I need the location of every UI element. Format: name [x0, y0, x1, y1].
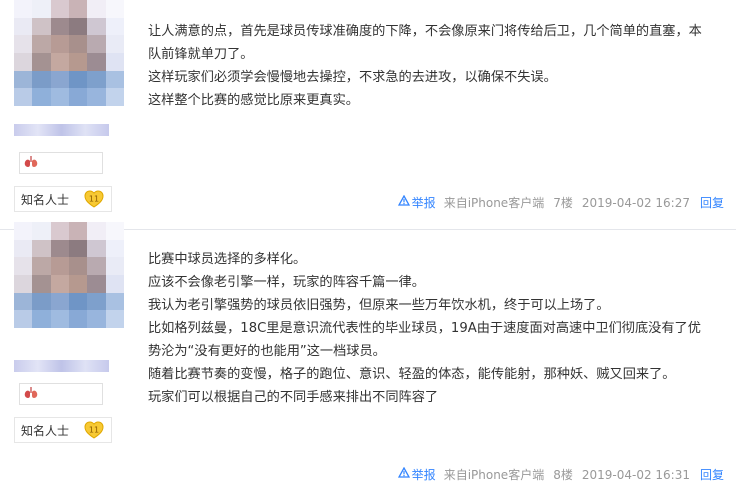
report-label: 举报: [411, 468, 436, 482]
avatar-mosaic-tile: [32, 222, 51, 240]
post-paragraph: 应该不会像老引擎一样，玩家的阵容千篇一律。: [148, 275, 425, 290]
level-number: 11: [89, 426, 99, 435]
avatar-mosaic-tile: [50, 274, 69, 293]
avatar-mosaic-tile: [14, 274, 33, 293]
member-badge[interactable]: [19, 383, 103, 405]
avatar-mosaic-tile: [69, 292, 88, 311]
avatar-mosaic-tile: [32, 292, 51, 311]
avatar-mosaic-tile: [87, 222, 106, 240]
avatar-mosaic-tile: [105, 292, 124, 311]
avatar-mosaic-tile: [32, 274, 51, 293]
avatar-mosaic-tile: [50, 222, 69, 240]
avatar-mosaic-tile: [50, 310, 69, 328]
post-paragraph: 玩家们可以根据自己的不同手感来排出不同阵容了: [148, 390, 439, 405]
report-icon: [397, 466, 410, 482]
avatar-mosaic-tile: [69, 257, 88, 275]
avatar-mosaic-tile: [105, 239, 124, 258]
author-title-badge[interactable]: 知名人士 11: [14, 417, 112, 443]
avatar-mosaic-tile: [87, 292, 106, 311]
avatar-mosaic-tile: [32, 257, 51, 275]
avatar-mosaic-tile: [14, 222, 33, 240]
avatar-mosaic-tile: [32, 310, 51, 328]
avatar-mosaic-tile: [14, 257, 33, 275]
avatar-mosaic-tile: [87, 257, 106, 275]
avatar-mosaic-tile: [105, 274, 124, 293]
post-time: 2019-04-02 16:31: [581, 467, 690, 482]
avatar-mosaic-tile: [14, 292, 33, 311]
avatar-mosaic-tile: [69, 310, 88, 328]
avatar-mosaic-tile: [87, 274, 106, 293]
avatar-mosaic-tile: [50, 292, 69, 311]
post-paragraph: 我认为老引擎强势的球员依旧强势，但原来一些万年饮水机，终于可以上场了。: [148, 298, 610, 313]
avatar-mosaic-tile: [32, 239, 51, 258]
report-button[interactable]: 举报: [397, 466, 436, 483]
avatar[interactable]: [14, 222, 124, 328]
avatar-mosaic-tile: [50, 239, 69, 258]
reply-button[interactable]: 回复: [700, 466, 724, 483]
avatar-mosaic-tile: [69, 239, 88, 258]
avatar-mosaic-tile: [87, 310, 106, 328]
lungs-badge-icon: [24, 387, 38, 401]
avatar-mosaic-tile: [105, 310, 124, 328]
post-paragraph: 比如格列兹曼，18C里是意识流代表性的毕业球员，19A由于速度面对高速中卫们彻底…: [148, 321, 701, 359]
post-floor-8-body: 知名人士 11 比赛中球员选择的多样化。 应该不会像老引擎一样，玩家的阵容千篇一…: [0, 0, 736, 482]
avatar-mosaic-tile: [87, 239, 106, 258]
author-title: 知名人士: [21, 423, 70, 438]
client-source: 来自iPhone客户端: [443, 468, 545, 482]
floor-number: 8楼: [553, 468, 573, 482]
heart-level-icon: 11: [84, 420, 104, 440]
avatar-mosaic-tile: [69, 222, 88, 240]
avatar-mosaic-tile: [69, 274, 88, 293]
post-paragraph: 比赛中球员选择的多样化。: [148, 252, 307, 267]
post-tail: 举报 来自iPhone客户端 8楼 2019-04-02 16:31 回复: [397, 466, 724, 483]
avatar-mosaic-tile: [14, 310, 33, 328]
post-content: 比赛中球员选择的多样化。 应该不会像老引擎一样，玩家的阵容千篇一律。 我认为老引…: [148, 248, 708, 409]
post-paragraph: 随着比赛节奏的变慢，格子的跑位、意识、轻盈的体态，能传能射，那种妖、贼又回来了。: [148, 367, 676, 382]
avatar-mosaic-tile: [105, 222, 124, 240]
username-blurred[interactable]: [14, 360, 109, 372]
avatar-mosaic-tile: [105, 257, 124, 275]
avatar-mosaic-tile: [50, 257, 69, 275]
avatar-mosaic-tile: [14, 239, 33, 258]
